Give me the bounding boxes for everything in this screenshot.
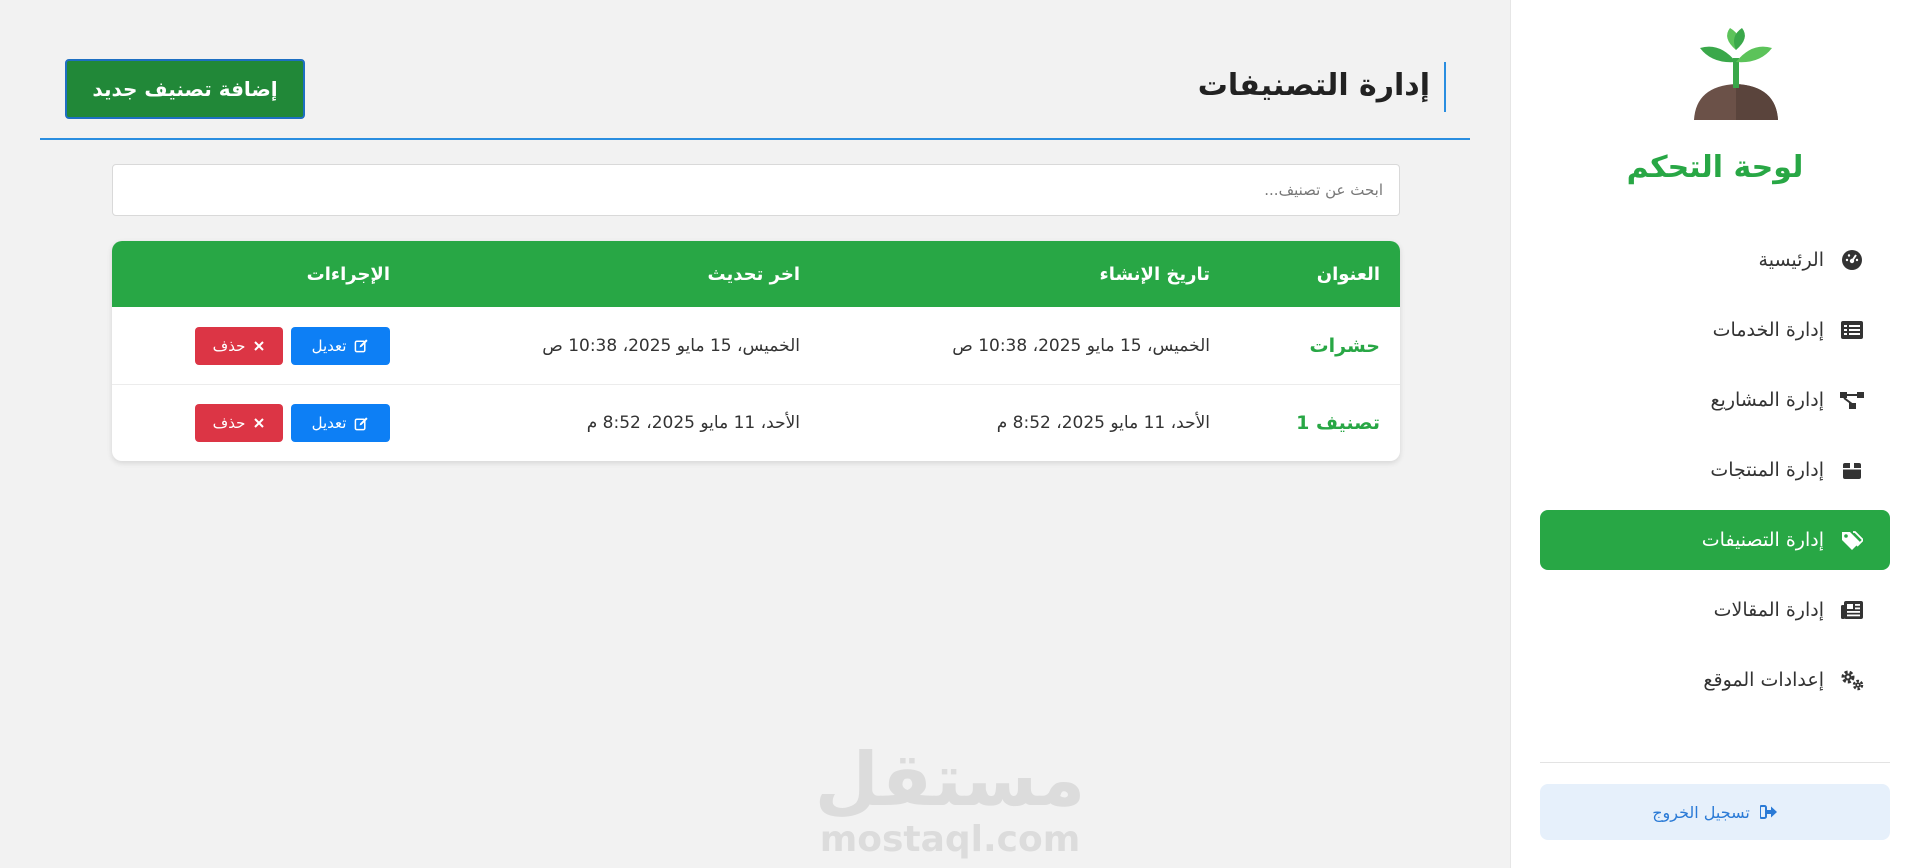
- delete-label: حذف: [212, 414, 246, 432]
- watermark: مستقل mostaql.com: [800, 740, 1100, 860]
- column-header-created: تاريخ الإنشاء: [1099, 263, 1211, 285]
- sidebar-divider: [1540, 762, 1890, 763]
- main-content: إدارة التصنيفات إضافة تصنيف جديد العنوان…: [0, 0, 1510, 868]
- list-icon: [1840, 318, 1864, 342]
- edit-label: تعديل: [311, 414, 347, 432]
- sidebar-item-products[interactable]: إدارة المنتجات: [1540, 440, 1890, 500]
- project-diagram-icon: [1840, 388, 1864, 412]
- table-row: تصنيف 1 الأحد، 11 مايو 2025، 8:52 م الأح…: [112, 384, 1400, 461]
- sidebar-item-label: إدارة المنتجات: [1710, 459, 1824, 481]
- delete-button[interactable]: حذف: [195, 404, 283, 442]
- categories-table: العنوان تاريخ الإنشاء اخر تحديث الإجراءا…: [112, 241, 1400, 461]
- sidebar-item-label: إدارة المقالات: [1713, 599, 1824, 621]
- sidebar-item-projects[interactable]: إدارة المشاريع: [1540, 370, 1890, 430]
- row-actions: تعديل حذف: [112, 404, 410, 442]
- watermark-arabic: مستقل: [814, 737, 1086, 823]
- sidebar-nav: الرئيسية إدارة الخدمات إدارة المشاريع إد…: [1540, 230, 1890, 720]
- watermark-latin: mostaql.com: [819, 819, 1081, 860]
- sidebar-item-settings[interactable]: إعدادات الموقع: [1540, 650, 1890, 710]
- edit-icon: [355, 339, 369, 353]
- newspaper-icon: [1840, 598, 1864, 622]
- sidebar-item-services[interactable]: إدارة الخدمات: [1540, 300, 1890, 360]
- delete-label: حذف: [212, 336, 246, 355]
- sidebar-item-label: إدارة التصنيفات: [1701, 529, 1824, 551]
- row-actions: تعديل حذف: [112, 326, 410, 365]
- table-row: حشرات الخميس، 15 مايو 2025، 10:38 ص الخم…: [112, 307, 1400, 384]
- edit-label: تعديل: [311, 336, 347, 355]
- column-header-actions: الإجراءات: [306, 263, 390, 285]
- logout-button[interactable]: تسجيل الخروج: [1540, 784, 1890, 840]
- edit-button[interactable]: تعديل: [291, 404, 390, 442]
- created-date: الخميس، 15 مايو 2025، 10:38 ص: [952, 335, 1210, 356]
- sidebar-brand: لوحة التحكم: [1626, 150, 1804, 185]
- sidebar-item-home[interactable]: الرئيسية: [1540, 230, 1890, 290]
- page-header: إدارة التصنيفات إضافة تصنيف جديد: [40, 0, 1470, 140]
- delete-button[interactable]: حذف: [195, 326, 283, 365]
- column-header-title: العنوان: [1316, 263, 1380, 285]
- edit-button[interactable]: تعديل: [291, 326, 390, 365]
- edit-icon: [355, 416, 369, 430]
- plant-logo-icon: [1694, 28, 1778, 120]
- sidebar-item-articles[interactable]: إدارة المقالات: [1540, 580, 1890, 640]
- search-input[interactable]: [112, 164, 1400, 216]
- table-header: العنوان تاريخ الإنشاء اخر تحديث الإجراءا…: [112, 241, 1400, 307]
- category-title: حشرات: [1309, 334, 1380, 357]
- close-icon: [254, 340, 265, 351]
- sidebar-item-label: إعدادات الموقع: [1703, 669, 1824, 691]
- created-date: الأحد، 11 مايو 2025، 8:52 م: [996, 413, 1210, 433]
- sidebar-item-label: الرئيسية: [1758, 249, 1824, 271]
- add-category-button[interactable]: إضافة تصنيف جديد: [65, 59, 305, 119]
- updated-date: الأحد، 11 مايو 2025، 8:52 م: [586, 413, 800, 433]
- column-header-updated: اخر تحديث: [707, 263, 800, 285]
- dashboard-icon: [1840, 248, 1864, 272]
- updated-date: الخميس، 15 مايو 2025، 10:38 ص: [542, 335, 800, 356]
- cogs-icon: [1840, 668, 1864, 692]
- close-icon: [254, 418, 265, 428]
- sidebar-item-label: إدارة الخدمات: [1712, 319, 1824, 341]
- page-title: إدارة التصنيفات: [1198, 62, 1446, 112]
- tags-icon: [1840, 528, 1864, 552]
- sidebar: لوحة التحكم الرئيسية إدارة الخدمات إدارة…: [1510, 0, 1920, 868]
- logout-label: تسجيل الخروج: [1652, 802, 1750, 822]
- sidebar-item-categories[interactable]: إدارة التصنيفات: [1540, 510, 1890, 570]
- sign-out-icon: [1759, 805, 1778, 819]
- sidebar-item-label: إدارة المشاريع: [1710, 389, 1824, 411]
- box-icon: [1840, 458, 1864, 482]
- category-title: تصنيف 1: [1296, 412, 1380, 434]
